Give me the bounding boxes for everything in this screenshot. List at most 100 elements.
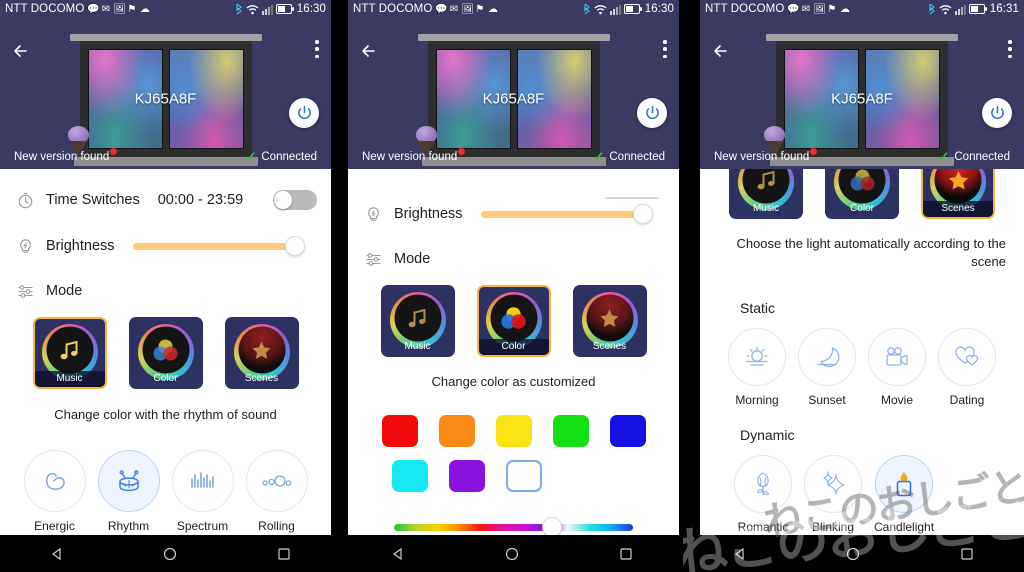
scene-movie[interactable]: Movie <box>868 328 926 407</box>
scene-romantic[interactable]: Romantic <box>734 455 792 534</box>
back-arrow-icon[interactable] <box>358 40 380 62</box>
swatch-purple[interactable] <box>449 460 485 492</box>
back-arrow-icon[interactable] <box>10 40 32 62</box>
nav-recents-square-icon[interactable] <box>276 546 292 562</box>
flag-icon: ⚑ <box>827 3 837 15</box>
brightness-label: Brightness <box>46 238 115 254</box>
kebab-menu-icon[interactable] <box>1008 40 1012 58</box>
time-switches-toggle[interactable] <box>273 190 317 210</box>
nav-recents-square-icon[interactable] <box>618 546 634 562</box>
check-icon: ✓ <box>938 149 950 164</box>
device-illustration: KJ65A8F <box>415 34 610 166</box>
screenshot-panel-1: NTT DOCOMO 💬 ✉ 🖼 ⚑ ☁ 16:30 KJ65A8F New v… <box>0 0 341 572</box>
nav-home-circle-icon[interactable] <box>162 546 178 562</box>
power-button[interactable] <box>982 98 1012 128</box>
connection-status: ✓ Connected <box>245 149 317 165</box>
connection-status: ✓ Connected <box>593 149 665 165</box>
nav-back-triangle-icon[interactable] <box>390 546 406 562</box>
brightness-slider[interactable] <box>480 203 653 225</box>
battery-icon <box>623 4 642 14</box>
mode-card-music[interactable]: Music <box>729 169 803 219</box>
rose-icon <box>734 455 792 514</box>
scene-sunset[interactable]: Sunset <box>798 328 856 407</box>
moon-icon <box>798 328 856 387</box>
swatch-blue[interactable] <box>609 415 646 447</box>
mode-card-label: Music <box>752 203 780 214</box>
mode-card-label: Scenes <box>923 201 993 217</box>
scene-morning[interactable]: Morning <box>728 328 786 407</box>
row-brightness[interactable]: Brightness <box>0 223 331 269</box>
new-version-badge[interactable]: New version found <box>14 148 118 163</box>
nav-back-triangle-icon[interactable] <box>49 546 65 562</box>
scene-blinking[interactable]: Blinking <box>804 455 862 534</box>
power-icon <box>645 105 659 119</box>
carrier-label: NTT DOCOMO <box>353 3 433 15</box>
kebab-menu-icon[interactable] <box>663 40 667 58</box>
back-arrow-icon[interactable] <box>710 40 732 62</box>
new-version-badge[interactable]: New version found <box>362 148 466 163</box>
mode-card-color[interactable]: Color <box>825 169 899 219</box>
mode-card-scenes[interactable]: Scenes <box>572 285 647 357</box>
status-bar-3: NTT DOCOMO 💬 ✉ 🖼 ⚑ ☁ 16:31 <box>700 0 1024 18</box>
hero-footer-3: New version found ✓ Connected <box>700 148 1024 165</box>
swatch-red[interactable] <box>381 415 418 447</box>
status-clock: 16:31 <box>989 3 1019 15</box>
android-nav-bar-2 <box>341 535 683 572</box>
mode-card-color[interactable]: Color <box>476 285 551 357</box>
connection-label: Connected <box>609 151 665 163</box>
hearts-icon <box>938 328 996 387</box>
color-circles-icon <box>501 306 526 329</box>
new-version-badge[interactable]: New version found <box>714 148 818 163</box>
mode-card-color[interactable]: Color <box>128 317 203 389</box>
device-name-label: KJ65A8F <box>831 90 893 108</box>
nav-recents-square-icon[interactable] <box>959 546 975 562</box>
connection-label: Connected <box>261 151 317 163</box>
status-system-icons: 16:31 <box>928 3 1019 15</box>
screenshot-panel-3: NTT DOCOMO 💬 ✉ 🖼 ⚑ ☁ 16:31 KJ65A8F New v… <box>683 0 1024 572</box>
nav-back-triangle-icon[interactable] <box>732 546 748 562</box>
mode-card-label: Color <box>850 203 874 214</box>
signal-icon <box>954 4 966 15</box>
swatch-cyan[interactable] <box>392 460 428 492</box>
power-button[interactable] <box>289 98 319 128</box>
dynamic-scene-list: Romantic Blinking Candlelight <box>700 455 1024 534</box>
status-notification-icons: 💬 ✉ 🖼 ⚑ ☁ <box>87 4 150 15</box>
chat-icon: 💬 <box>87 3 100 15</box>
mode-card-scenes[interactable]: Scenes <box>921 169 995 219</box>
swatch-green[interactable] <box>552 415 589 447</box>
status-clock: 16:30 <box>296 3 326 15</box>
bluetooth-icon <box>583 3 591 15</box>
swatch-orange[interactable] <box>438 415 475 447</box>
battery-icon <box>275 4 294 14</box>
effect-label: Energic <box>34 519 75 533</box>
row-time-switches[interactable]: Time Switches 00:00 - 23:59 <box>0 177 331 223</box>
nav-home-circle-icon[interactable] <box>504 546 520 562</box>
dynamic-section-title: Dynamic <box>740 427 795 444</box>
effect-rolling[interactable]: Rolling <box>245 450 308 533</box>
mail-icon: ✉ <box>801 3 811 15</box>
bulb-icon <box>14 238 36 255</box>
new-version-dot-icon <box>810 148 818 155</box>
scene-dating[interactable]: Dating <box>938 328 996 407</box>
chat-icon: 💬 <box>435 3 448 15</box>
kebab-menu-icon[interactable] <box>315 40 319 58</box>
effect-rhythm[interactable]: Rhythm <box>97 450 160 533</box>
effect-energic[interactable]: Energic <box>23 450 86 533</box>
swatch-white[interactable] <box>506 460 542 492</box>
android-nav-bar-3 <box>683 535 1024 572</box>
phone-screen-2: NTT DOCOMO 💬 ✉ 🖼 ⚑ ☁ 16:30 KJ65A8F New v… <box>348 0 679 540</box>
mode-card-music[interactable]: Music <box>32 317 107 389</box>
content-area-1: Time Switches 00:00 - 23:59 Brightness M… <box>0 177 331 540</box>
mode-card-label: Color <box>153 373 178 384</box>
mode-card-music[interactable]: Music <box>380 285 455 357</box>
time-switches-label: Time Switches <box>46 192 140 208</box>
chat-icon: 💬 <box>787 3 800 15</box>
power-button[interactable] <box>637 98 667 128</box>
hero-footer-2: New version found ✓ Connected <box>348 148 679 165</box>
swatch-yellow[interactable] <box>495 415 532 447</box>
nav-home-circle-icon[interactable] <box>845 546 861 562</box>
mode-card-scenes[interactable]: Scenes <box>224 317 299 389</box>
effect-spectrum[interactable]: Spectrum <box>171 450 234 533</box>
brightness-slider[interactable] <box>132 235 305 257</box>
scene-candlelight[interactable]: Candlelight <box>874 455 934 534</box>
